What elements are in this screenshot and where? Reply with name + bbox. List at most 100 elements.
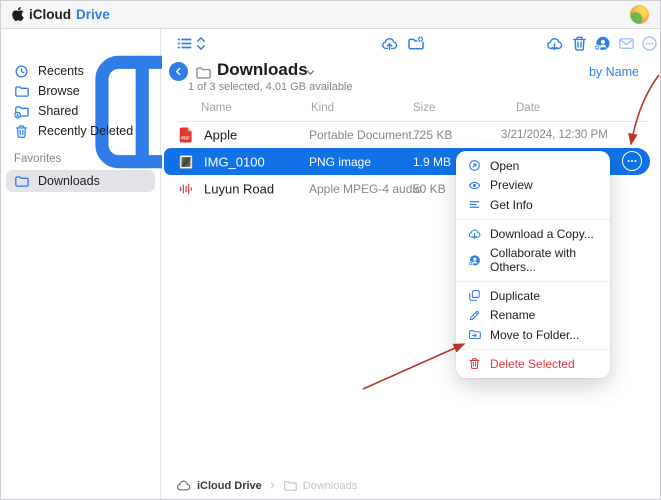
sort-chevrons-icon (196, 35, 206, 52)
context-menu: Open Preview Get Info Download a Copy...… (456, 151, 610, 378)
chevron-right-icon (268, 481, 277, 490)
list-view-button[interactable] (176, 35, 193, 52)
brand: iCloud Drive (12, 7, 110, 22)
folder-icon (14, 174, 29, 189)
app-grid-button[interactable] (601, 7, 617, 23)
sort-by-link[interactable]: by Name (589, 65, 639, 79)
sidebar-toggle-button[interactable] (11, 37, 28, 54)
sidebar-item-downloads[interactable]: Downloads (6, 170, 155, 192)
menu-item-label: Rename (490, 308, 535, 322)
sidebar-list: Recents Browse Shared Recently Deleted F… (1, 61, 160, 192)
file-kind: PNG image (309, 155, 371, 169)
file-kind: Apple MPEG-4 audio (309, 182, 422, 196)
info-lines-icon (468, 198, 481, 211)
new-folder-button[interactable] (407, 35, 424, 52)
column-name[interactable]: Name (201, 102, 232, 114)
row-more-button[interactable] (622, 151, 642, 171)
menu-item-delete-selected[interactable]: Delete Selected (456, 354, 610, 374)
file-kind: Portable Document... (309, 128, 422, 142)
file-size: 1.9 MB (413, 155, 451, 169)
avatar[interactable] (630, 5, 649, 24)
sidebar-item-label: Recents (38, 64, 84, 78)
page-title: Downloads (217, 60, 308, 80)
eye-icon (468, 179, 481, 192)
more-button (641, 35, 658, 52)
selection-status: 1 of 3 selected, 4.01 GB available (188, 81, 353, 93)
column-kind[interactable]: Kind (311, 102, 334, 114)
top-bar: iCloud Drive (1, 1, 660, 29)
pencil-icon (468, 309, 481, 322)
brand-drive-label: Drive (76, 7, 110, 22)
new-folder-icon (407, 35, 424, 52)
menu-item-label: Preview (490, 178, 533, 192)
file-size: 725 KB (413, 128, 452, 142)
move-folder-icon (468, 328, 481, 341)
title-dropdown-button[interactable] (305, 67, 316, 78)
delete-button[interactable] (571, 35, 588, 52)
sidebar-item-label: Shared (38, 104, 78, 118)
main-panel: Downloads 1 of 3 selected, 4.01 GB avail… (162, 29, 660, 499)
cloud-icon (176, 478, 191, 493)
download-button[interactable] (546, 35, 563, 52)
add-circle-button[interactable] (572, 7, 588, 23)
trash-icon (571, 35, 588, 52)
sidebar-item-label: Downloads (38, 174, 100, 188)
sidebar: Recents Browse Shared Recently Deleted F… (1, 29, 161, 499)
upload-button[interactable] (381, 35, 398, 52)
folder-icon (14, 84, 29, 99)
menu-divider (456, 281, 610, 282)
menu-item-open[interactable]: Open (456, 156, 610, 176)
shared-folder-icon (14, 104, 29, 119)
menu-item-rename[interactable]: Rename (456, 306, 610, 326)
menu-item-label: Get Info (490, 198, 533, 212)
menu-item-label: Open (490, 159, 519, 173)
sidebar-item-label: Recently Deleted (38, 124, 133, 138)
sidebar-item-shared[interactable]: Shared (1, 101, 160, 121)
menu-item-label: Delete Selected (490, 357, 575, 371)
folder-icon (283, 479, 297, 493)
sidebar-item-label: Browse (38, 84, 80, 98)
breadcrumb-root[interactable]: iCloud Drive (197, 480, 262, 492)
menu-item-get-info[interactable]: Get Info (456, 195, 610, 215)
chevron-down-icon (305, 67, 316, 78)
breadcrumb: iCloud Drive Downloads (176, 478, 357, 493)
duplicate-icon (468, 289, 481, 302)
menu-item-collaborate[interactable]: Collaborate with Others... (456, 243, 610, 277)
download-cloud-icon (468, 227, 481, 240)
audio-wave-icon (179, 181, 193, 197)
sort-button[interactable] (196, 35, 206, 52)
ellipsis-circle-icon (641, 35, 658, 52)
sidebar-item-browse[interactable]: Browse (1, 81, 160, 101)
back-button[interactable] (169, 62, 188, 81)
table-row[interactable]: Apple Portable Document... 725 KB 3/21/2… (164, 121, 650, 148)
column-size[interactable]: Size (413, 102, 435, 114)
menu-item-label: Duplicate (490, 289, 540, 303)
file-date: 3/21/2024, 12:30 PM (501, 129, 608, 141)
add-people-icon (594, 35, 611, 52)
menu-item-label: Download a Copy... (490, 227, 594, 241)
trash-icon (468, 357, 481, 370)
download-cloud-icon (546, 35, 563, 52)
sidebar-item-recents[interactable]: Recents (1, 61, 160, 81)
menu-divider (456, 219, 610, 220)
clock-icon (14, 64, 29, 79)
menu-item-preview[interactable]: Preview (456, 176, 610, 196)
pdf-file-icon (179, 126, 193, 143)
column-date[interactable]: Date (516, 102, 540, 114)
brand-icloud-label: iCloud (29, 7, 71, 22)
apple-logo-icon (12, 7, 24, 21)
file-name: Luyun Road (204, 181, 274, 196)
add-people-icon (468, 254, 481, 267)
topbar-actions (572, 5, 649, 24)
collaborate-button[interactable] (594, 35, 611, 52)
trash-icon (14, 124, 29, 139)
email-icon (618, 35, 635, 52)
menu-item-duplicate[interactable]: Duplicate (456, 286, 610, 306)
icloud-drive-window: iCloud Drive Recents Browse Shared (0, 0, 661, 500)
breadcrumb-current: Downloads (303, 480, 357, 492)
menu-item-move-to-folder[interactable]: Move to Folder... (456, 325, 610, 345)
upload-cloud-icon (381, 35, 398, 52)
menu-item-download-copy[interactable]: Download a Copy... (456, 224, 610, 244)
sidebar-item-recently-deleted[interactable]: Recently Deleted (1, 121, 160, 141)
file-size: 50 KB (413, 182, 446, 196)
